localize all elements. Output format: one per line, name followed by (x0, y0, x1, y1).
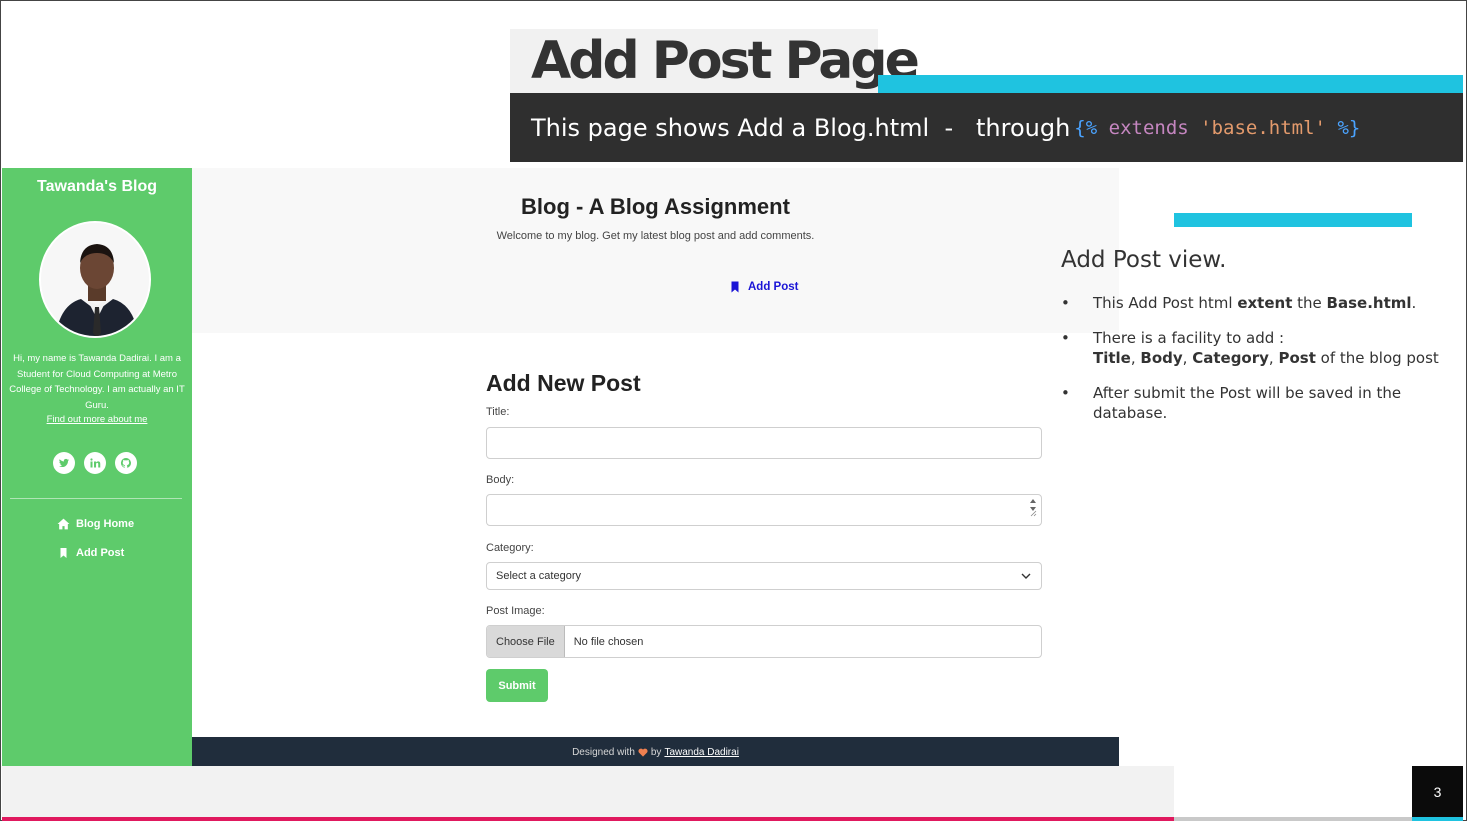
choose-file-button[interactable]: Choose File (487, 626, 565, 657)
bookmark-icon (731, 281, 739, 293)
notes-item: There is a facility to add :Title, Body,… (1061, 328, 1456, 368)
sidebar-item-blog-home[interactable]: Blog Home (57, 518, 134, 530)
heart-icon (638, 748, 648, 757)
body-field[interactable] (486, 494, 1042, 526)
code-string: 'base.html' (1200, 116, 1327, 139)
note-text: There is a facility to add : (1093, 329, 1285, 347)
submit-button[interactable]: Submit (486, 669, 548, 702)
bio-text: Hi, my name is Tawanda Dadirai. I am a S… (9, 353, 185, 411)
note-bold: Category (1192, 349, 1269, 367)
slide: Add Post Page This page shows Add a Blog… (0, 0, 1467, 821)
sidebar-item-label: Add Post (76, 547, 125, 559)
slide-title: Add Post Page (531, 31, 920, 91)
body-label: Body: (486, 474, 515, 486)
scroll-arrows-icon[interactable] (1027, 497, 1039, 523)
note-bold: Body (1140, 349, 1183, 367)
slide-number-accent (1412, 817, 1463, 821)
slide-number: 3 (1412, 766, 1463, 818)
add-post-link[interactable]: Add Post (730, 281, 798, 293)
home-icon (57, 518, 70, 530)
category-selected: Select a category (496, 570, 581, 582)
subtitle-band: This page shows Add a Blog.html - throug… (510, 93, 1463, 162)
title-field[interactable] (486, 427, 1042, 459)
footer-strip (2, 766, 1174, 818)
note-bold: Base.html (1326, 294, 1412, 312)
image-label: Post Image: (486, 605, 545, 617)
note-text: . (1411, 294, 1417, 312)
social-links (53, 452, 137, 474)
note-bold: Title (1093, 349, 1131, 367)
notes-item: This Add Post html extent the Base.html. (1061, 293, 1456, 313)
linkedin-icon[interactable] (84, 452, 106, 474)
accent-bar (878, 75, 1463, 93)
footer-author-link[interactable]: Tawanda Dadirai (664, 747, 739, 758)
code-open: {% (1074, 116, 1098, 139)
footer-by: by (650, 746, 662, 758)
code-close: %} (1337, 116, 1361, 139)
sidebar: Tawanda's Blog Hi, my name is Tawanda Da… (2, 168, 192, 772)
footer-accent-gray (1174, 817, 1412, 821)
image-file-input[interactable]: Choose File No file chosen (486, 625, 1042, 658)
sidebar-item-add-post[interactable]: Add Post (57, 547, 124, 559)
blog-header: Blog - A Blog Assignment Welcome to my b… (192, 168, 1119, 333)
category-label: Category: (486, 542, 534, 554)
note-bold: extent (1237, 294, 1293, 312)
accent-bar-right (1174, 213, 1412, 227)
note-bold: Post (1278, 349, 1316, 367)
footer-accent (2, 817, 1174, 821)
note-text: This Add Post html (1093, 294, 1238, 312)
sidebar-divider (10, 498, 182, 499)
add-post-link-label: Add Post (748, 281, 799, 293)
footer-prefix: Designed with (572, 746, 635, 758)
github-icon[interactable] (115, 452, 137, 474)
subtitle-text: This page shows Add a Blog.html - throug… (531, 113, 1071, 142)
note-text: of the blog post (1315, 349, 1439, 367)
sidebar-item-label: Blog Home (76, 518, 135, 530)
notes-list: This Add Post html extent the Base.html.… (1061, 293, 1456, 438)
notes-item: After submit the Post will be saved in t… (1061, 383, 1456, 423)
note-text: After submit the Post will be saved in t… (1093, 384, 1402, 422)
about-link[interactable]: Find out more about me (2, 414, 192, 425)
bookmark-icon (60, 548, 67, 558)
blog-title: Blog - A Blog Assignment (521, 194, 790, 219)
blog-subtitle: Welcome to my blog. Get my latest blog p… (496, 230, 815, 242)
note-text: the (1292, 294, 1327, 312)
title-label: Title: (486, 406, 510, 418)
subtitle-code: {% extends 'base.html' %} (1074, 117, 1360, 139)
category-select[interactable]: Select a category (486, 562, 1042, 590)
avatar (39, 221, 151, 338)
twitter-icon[interactable] (53, 452, 75, 474)
brand[interactable]: Tawanda's Blog (2, 178, 192, 196)
chevron-down-icon (1021, 573, 1031, 579)
site-footer: Designed with by Tawanda Dadirai (192, 737, 1119, 767)
file-status: No file chosen (573, 635, 644, 648)
code-keyword: extends (1108, 116, 1189, 139)
form-title: Add New Post (486, 370, 641, 396)
notes-heading: Add Post view. (1061, 247, 1227, 273)
